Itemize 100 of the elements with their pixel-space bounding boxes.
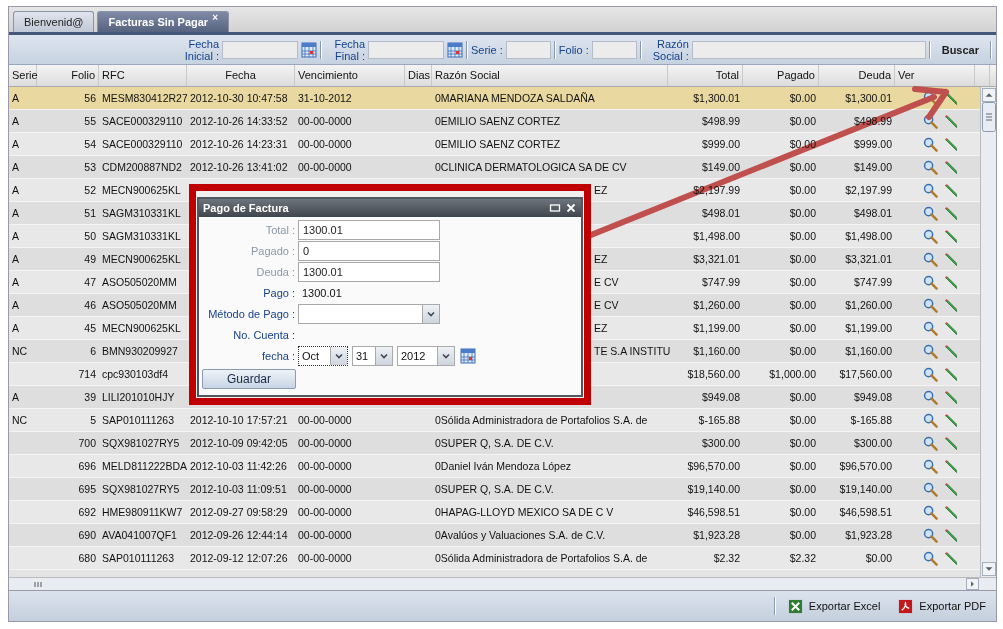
table-cell: NC <box>12 345 28 357</box>
table-cell: AVA041007QF1 <box>102 529 177 541</box>
table-cell: MELD811222BDA <box>102 460 187 472</box>
table-cell: 2012-10-03 11:42:26 <box>190 460 287 472</box>
table-cell: $2.32 <box>789 552 816 564</box>
table-cell: MESM830412R27 <box>102 92 187 104</box>
table-cell: $149.00 <box>854 161 892 173</box>
filter-label: Serie : <box>471 43 503 56</box>
table-cell: MECN900625KL <box>102 253 181 265</box>
table-cell: 2012-10-30 10:47:58 <box>190 92 288 104</box>
table-cell: 2012-10-26 13:41:02 <box>190 161 288 173</box>
table-cell: 2012-10-03 11:09:51 <box>190 483 287 495</box>
table-cell: 0MARIANA MENDOZA SALDAÑA <box>435 92 595 104</box>
table-cell: $498.01 <box>854 207 892 219</box>
table-cell: 0HAPAG-LLOYD MEXICO SA DE C V <box>435 506 614 518</box>
table-cell: 55 <box>84 115 96 127</box>
table-cell: $0.00 <box>789 506 816 518</box>
table-cell: $498.01 <box>702 207 740 219</box>
table-cell: $300.00 <box>854 437 892 449</box>
table-cell: 56 <box>84 92 96 104</box>
field-label: fecha : <box>260 349 296 362</box>
table-cell: $1,000.00 <box>769 368 816 380</box>
table-cell: EZ <box>594 322 608 334</box>
table-cell: $1,923.28 <box>845 529 892 541</box>
table-cell: $0.00 <box>789 529 816 541</box>
table-cell: $0.00 <box>789 138 816 150</box>
table-cell: $1,199.00 <box>693 322 740 334</box>
table-cell: 696 <box>78 460 96 472</box>
table-cell: 0SUPER Q, S.A. DE C.V. <box>435 437 554 449</box>
field-label: No. Cuenta : <box>232 328 296 341</box>
table-cell: 690 <box>78 529 96 541</box>
table-cell: 2012-10-10 17:57:21 <box>190 414 288 426</box>
table-cell: 5 <box>90 414 96 426</box>
table-cell: 695 <box>78 483 96 495</box>
table-cell: $1,160.00 <box>693 345 740 357</box>
table-cell: TE S.A INSTITU <box>594 345 671 357</box>
table-cell: $498.99 <box>702 115 740 127</box>
table-cell: 0EMILIO SAENZ CORTEZ <box>435 138 561 150</box>
table-cell: $0.00 <box>789 414 816 426</box>
table-cell: A <box>12 391 19 403</box>
table-cell: 2012-10-26 14:23:31 <box>190 138 288 150</box>
table-cell: 46 <box>84 299 96 311</box>
filter-label: Folio : <box>558 43 589 56</box>
table-cell: $96,570.00 <box>687 460 740 472</box>
table-cell: 700 <box>78 437 96 449</box>
table-cell: A <box>12 115 19 127</box>
table-cell: $0.00 <box>789 161 816 173</box>
field-label: Pago : <box>262 286 296 299</box>
table-cell: NC <box>12 414 28 426</box>
table-cell: $949.08 <box>702 391 740 403</box>
table-cell: 0Avalúos y Valuaciones S.A. de C.V. <box>435 529 606 541</box>
table-cell: $300.00 <box>702 437 740 449</box>
table-cell: $0.00 <box>789 322 816 334</box>
table-cell: SAGM310331KL <box>102 207 181 219</box>
table-cell: $1,160.00 <box>845 345 892 357</box>
table-cell: $-165.88 <box>850 414 892 426</box>
table-cell: $0.00 <box>789 437 816 449</box>
table-cell: $1,260.00 <box>845 299 892 311</box>
field-value: 1300.01 <box>301 286 343 299</box>
table-cell: $0.00 <box>789 92 816 104</box>
table-cell: 680 <box>78 552 96 564</box>
table-cell: 00-00-0000 <box>298 414 352 426</box>
table-cell: $1,260.00 <box>693 299 740 311</box>
table-cell: 2012-09-12 12:07:26 <box>190 552 288 564</box>
table-cell: 00-00-0000 <box>298 506 352 518</box>
table-cell: A <box>12 92 19 104</box>
table-cell: 0EMILIO SAENZ CORTEZ <box>435 115 561 127</box>
table-cell: $46,598.51 <box>839 506 892 518</box>
table-cell: SACE000329110 <box>102 115 183 127</box>
table-cell: 00-00-0000 <box>298 138 352 150</box>
table-cell: $1,923.28 <box>693 529 740 541</box>
table-cell: $2,197.99 <box>845 184 892 196</box>
table-cell: BMN930209927 <box>102 345 178 357</box>
table-cell: SACE000329110 <box>102 138 183 150</box>
table-cell: 51 <box>84 207 96 219</box>
table-cell: $949.08 <box>854 391 892 403</box>
table-cell: A <box>12 230 19 242</box>
table-cell: $149.00 <box>702 161 740 173</box>
field-label: Pagado : <box>249 244 296 257</box>
table-cell: $0.00 <box>789 276 816 288</box>
table-cell: 31-10-2012 <box>298 92 352 104</box>
field-label: Total : <box>264 223 296 236</box>
table-cell: HME980911KW7 <box>102 506 183 518</box>
table-cell: E CV <box>594 276 619 288</box>
table-cell: 00-00-0000 <box>298 437 352 449</box>
dialog-title: Pago de Factura <box>203 202 289 214</box>
table-cell: 53 <box>84 161 96 173</box>
table-cell: A <box>12 276 19 288</box>
table-cell: 2012-09-27 09:58:29 <box>190 506 288 518</box>
table-cell: A <box>12 299 19 311</box>
table-cell: 0Sólida Administradora de Portafolios S.A. de <box>435 552 648 564</box>
table-cell: A <box>12 184 19 196</box>
table-cell: $747.99 <box>702 276 740 288</box>
table-cell: SQX981027RY5 <box>102 437 180 449</box>
table-cell: $0.00 <box>789 391 816 403</box>
table-cell: 0CLINICA DERMATOLOGICA SA DE CV <box>435 161 627 173</box>
table-cell: cpc930103df4 <box>102 368 168 380</box>
table-cell: 0Daniel Iván Mendoza López <box>435 460 571 472</box>
table-cell: $0.00 <box>789 299 816 311</box>
table-cell: $1,498.00 <box>845 230 892 242</box>
